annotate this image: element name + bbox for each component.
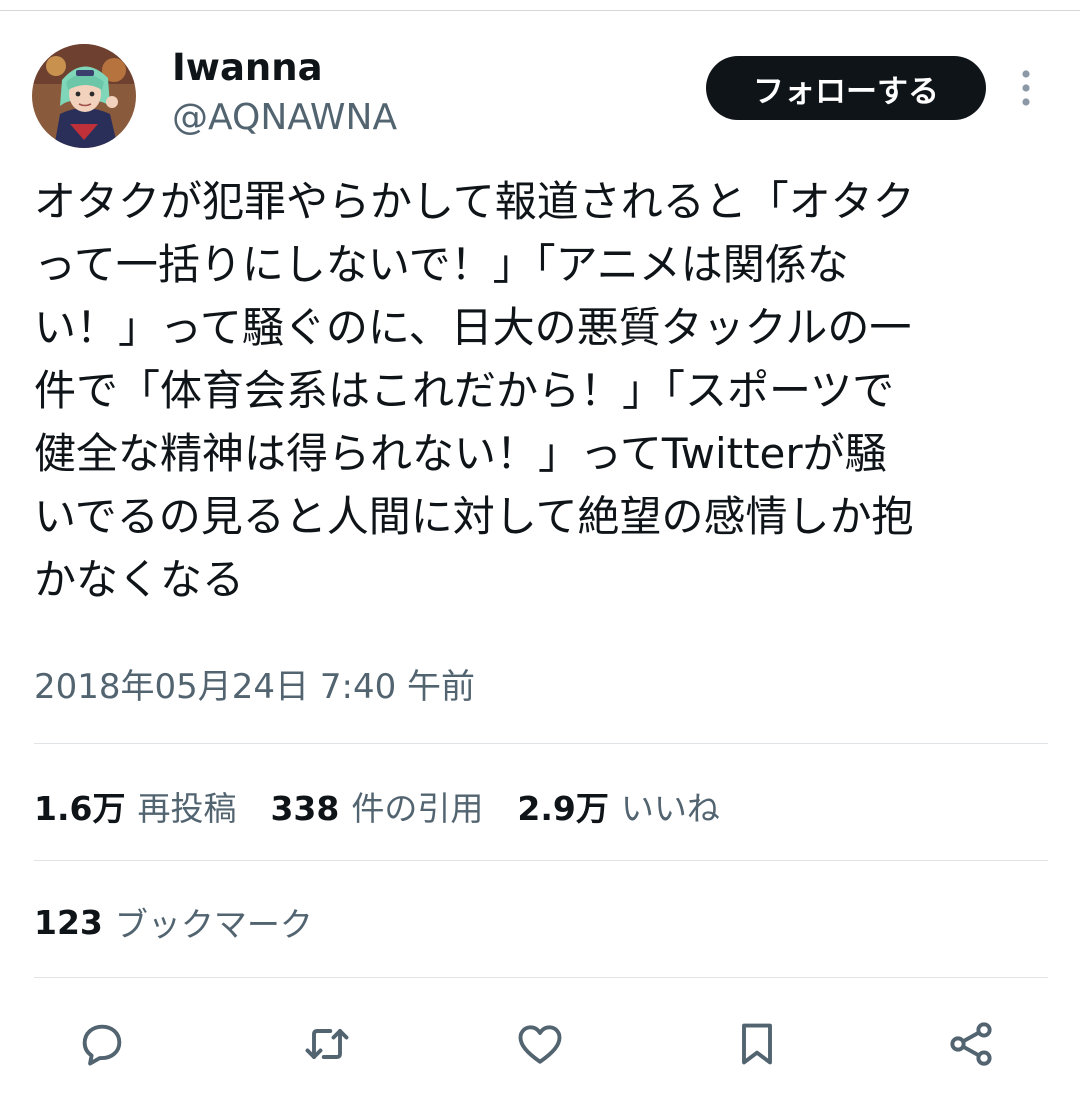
- retweet-icon[interactable]: [301, 1018, 353, 1070]
- likes-stat[interactable]: 2.9万 いいね: [517, 782, 719, 830]
- follow-button[interactable]: フォローする: [706, 56, 986, 120]
- display-name[interactable]: Iwanna: [172, 46, 323, 90]
- divider: [34, 743, 1048, 744]
- tweet-timestamp[interactable]: 2018年05月24日 7:40 午前: [34, 664, 475, 710]
- top-divider: [0, 10, 1080, 11]
- reply-icon[interactable]: [76, 1018, 128, 1070]
- bookmarks-stat[interactable]: 123 ブックマーク: [34, 897, 313, 947]
- retweets-label: 再投稿: [137, 789, 237, 828]
- divider: [34, 860, 1048, 861]
- quotes-count: 338: [270, 789, 340, 828]
- quotes-label: 件の引用: [351, 789, 484, 828]
- engagement-stats: 1.6万 再投稿 338 件の引用 2.9万 いいね: [34, 781, 754, 831]
- avatar-illustration: [32, 44, 136, 148]
- tweet-text: オタクが犯罪やらかして報道されると「オタク って一括りにしないで！」「アニメは関…: [34, 177, 915, 604]
- bookmarks-label: ブックマーク: [114, 905, 313, 944]
- more-vertical-icon[interactable]: [1014, 68, 1038, 108]
- likes-label: いいね: [620, 789, 720, 828]
- divider: [34, 977, 1048, 978]
- likes-count: 2.9万: [517, 789, 609, 828]
- quotes-stat[interactable]: 338 件の引用: [270, 782, 483, 830]
- user-handle[interactable]: @AQNAWNA: [172, 96, 397, 140]
- retweets-count: 1.6万: [34, 789, 126, 828]
- avatar[interactable]: [32, 44, 136, 148]
- retweets-stat[interactable]: 1.6万 再投稿: [34, 782, 236, 830]
- heart-icon[interactable]: [514, 1018, 566, 1070]
- bookmarks-count: 123: [34, 902, 103, 942]
- share-icon[interactable]: [945, 1018, 997, 1070]
- bookmark-icon[interactable]: [731, 1018, 783, 1070]
